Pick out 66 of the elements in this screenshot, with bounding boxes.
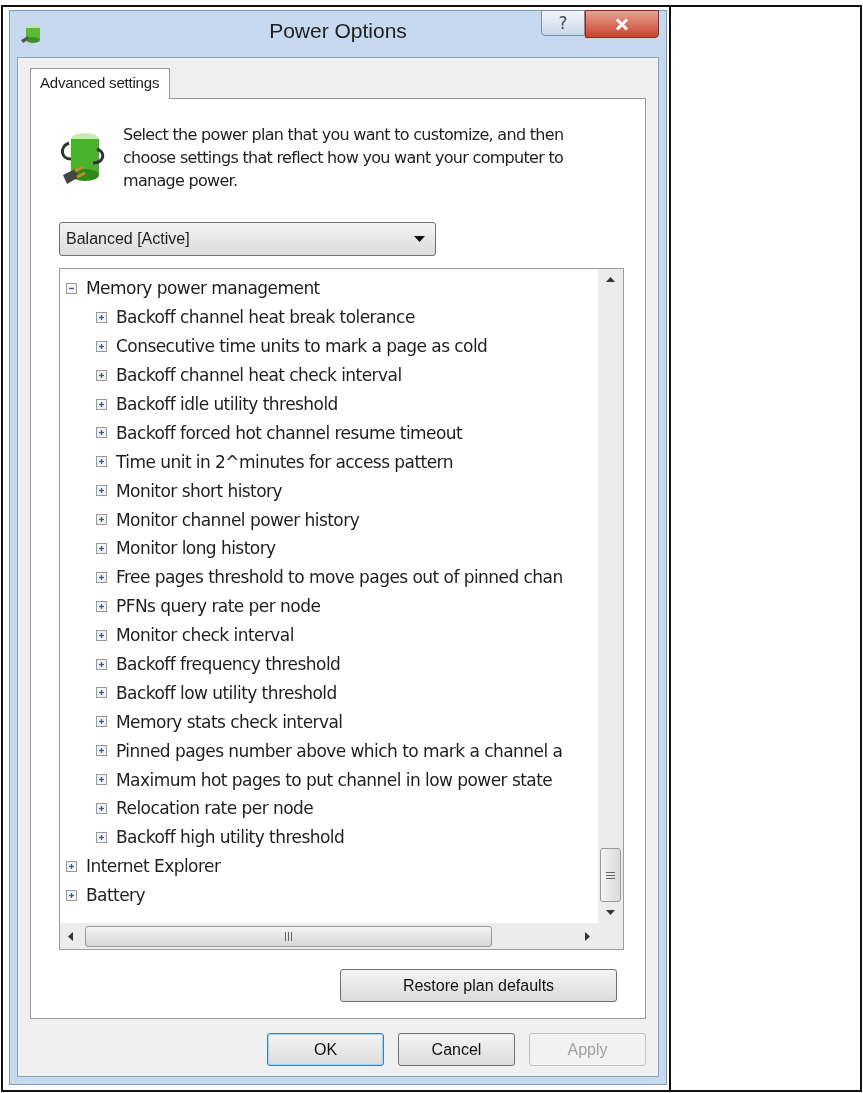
tree-item-label[interactable]: Memory power management <box>86 278 320 299</box>
window-title: Power Options <box>269 19 407 42</box>
scroll-left-icon[interactable] <box>68 931 73 941</box>
expand-icon[interactable] <box>96 427 107 439</box>
expand-icon[interactable] <box>96 831 107 843</box>
tree-item-label[interactable]: Backoff low utility threshold <box>116 682 337 703</box>
tree-item-label[interactable]: Backoff channel heat check interval <box>116 365 402 386</box>
vertical-scrollbar[interactable] <box>598 269 623 923</box>
expand-icon[interactable] <box>96 687 107 699</box>
close-button[interactable] <box>585 10 659 38</box>
close-icon <box>615 17 629 31</box>
expand-icon[interactable] <box>66 889 77 901</box>
tree-item-label[interactable]: Monitor long history <box>116 538 276 559</box>
tree-item-label[interactable]: Time unit in 2^minutes for access pattern <box>116 451 453 472</box>
tree-item-label[interactable]: Memory stats check interval <box>116 711 343 732</box>
scroll-thumb[interactable] <box>85 925 492 947</box>
expand-icon[interactable] <box>96 398 107 410</box>
expand-icon[interactable] <box>96 485 107 497</box>
dialog-button[interactable]: OK <box>267 1033 384 1066</box>
tree-item-label[interactable]: Backoff high utility threshold <box>116 827 345 848</box>
tree-item-label[interactable]: PFNs query rate per node <box>116 596 321 617</box>
tree-item-label[interactable]: Consecutive time units to mark a page as cold <box>116 336 488 357</box>
tree-item-label[interactable]: Monitor channel power history <box>116 509 360 530</box>
expand-icon[interactable] <box>96 600 107 612</box>
tree-item-label[interactable]: Backoff frequency threshold <box>116 654 341 674</box>
tree-item-label[interactable]: Battery <box>86 885 146 906</box>
expand-icon[interactable] <box>96 802 107 814</box>
collapse-icon[interactable] <box>66 282 77 294</box>
expand-icon[interactable] <box>96 745 107 757</box>
expand-icon[interactable] <box>96 311 107 323</box>
expand-icon[interactable] <box>96 369 107 381</box>
tree-item-label[interactable]: Backoff forced hot channel resume timeout <box>116 422 463 443</box>
expand-icon[interactable] <box>96 716 107 728</box>
restore-defaults-button[interactable]: Restore plan defaults <box>340 969 617 1002</box>
scroll-thumb[interactable] <box>600 848 621 902</box>
grip-icon <box>606 871 615 879</box>
scroll-right-icon[interactable] <box>585 931 590 941</box>
scroll-up-icon[interactable] <box>606 277 615 282</box>
tree-item-label[interactable]: Backoff channel heat break tolerance <box>116 307 415 328</box>
tree-item-label[interactable]: Backoff idle utility threshold <box>116 394 338 414</box>
expand-icon[interactable] <box>96 542 107 554</box>
tree-item-label[interactable]: Maximum hot pages to put channel in low power state <box>116 769 553 790</box>
plan-dropdown[interactable]: Balanced [Active] <box>59 222 436 256</box>
expand-icon[interactable] <box>96 629 107 641</box>
tree-item-label[interactable]: Monitor short history <box>116 480 283 501</box>
tree-item-label[interactable]: Pinned pages number above which to mark a channel a <box>116 740 563 761</box>
expand-icon[interactable] <box>96 571 107 583</box>
dialog-button[interactable]: Cancel <box>398 1033 515 1066</box>
tree-item-label[interactable]: Internet Explorer <box>86 856 221 877</box>
help-button[interactable]: ? <box>541 10 585 36</box>
expand-icon[interactable] <box>96 774 107 786</box>
expand-icon[interactable] <box>66 860 77 872</box>
tree-item-label[interactable]: Free pages threshold to move pages out of pinned chan <box>116 567 563 588</box>
tab[interactable]: Advanced settings <box>30 68 171 99</box>
expand-icon[interactable] <box>96 658 107 670</box>
grip-icon <box>285 931 292 941</box>
tree-item-label[interactable]: Monitor check interval <box>116 625 294 646</box>
horizontal-scrollbar[interactable] <box>60 923 598 949</box>
scroll-down-icon[interactable] <box>606 910 615 915</box>
expand-icon[interactable] <box>96 514 107 526</box>
expand-icon[interactable] <box>96 340 107 352</box>
tree-item-label[interactable]: Relocation rate per node <box>116 798 314 819</box>
settings-tree[interactable] <box>59 268 624 950</box>
expand-icon[interactable] <box>96 456 107 468</box>
dropdown-arrow-icon <box>414 236 425 242</box>
description-text: Select the power plan that you want to customize, and then choose settings that reflect how you want your computer to manage power. <box>123 124 565 192</box>
